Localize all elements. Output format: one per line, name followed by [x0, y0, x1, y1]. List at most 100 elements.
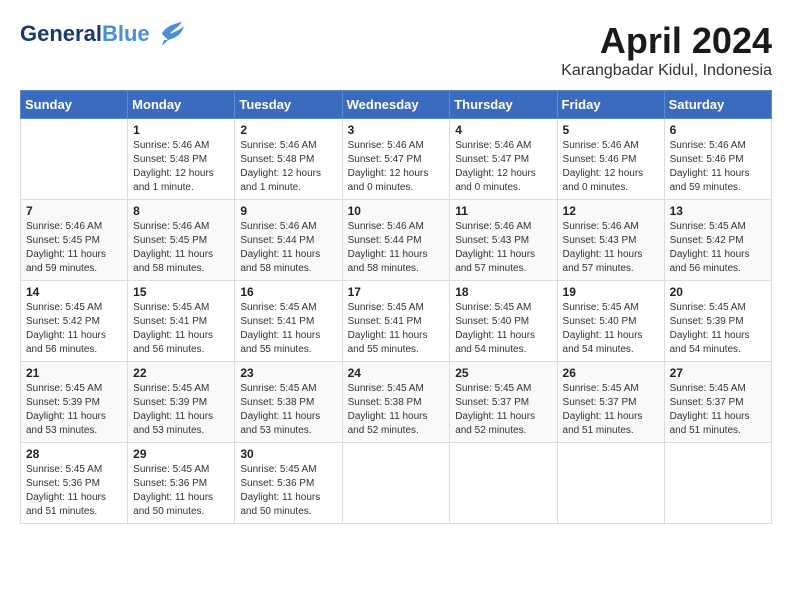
day-number: 10	[348, 204, 445, 218]
day-number: 15	[133, 285, 229, 299]
day-number: 5	[563, 123, 659, 137]
day-info: Sunrise: 5:45 AMSunset: 5:38 PMDaylight:…	[348, 382, 445, 438]
day-info: Sunrise: 5:46 AMSunset: 5:43 PMDaylight:…	[455, 220, 551, 276]
day-number: 1	[133, 123, 229, 137]
day-info: Sunrise: 5:45 AMSunset: 5:42 PMDaylight:…	[26, 301, 122, 357]
calendar-cell: 28Sunrise: 5:45 AMSunset: 5:36 PMDayligh…	[21, 443, 128, 524]
day-number: 21	[26, 366, 122, 380]
calendar-week-row: 21 Sunrise: 5:45 AMSunset: 5:39 PMDayligh…	[21, 362, 772, 443]
day-info: Sunrise: 5:46 AMSunset: 5:45 PMDaylight:…	[133, 220, 229, 276]
day-info: Sunrise: 5:45 AMSunset: 5:39 PMDaylight:…	[133, 382, 229, 438]
calendar-week-row: 14 Sunrise: 5:45 AMSunset: 5:42 PMDayligh…	[21, 281, 772, 362]
day-number: 29	[133, 447, 229, 461]
day-number: 16	[240, 285, 336, 299]
day-number: 19	[563, 285, 659, 299]
day-info: Sunrise: 5:46 AMSunset: 5:47 PMDaylight:…	[348, 139, 445, 195]
calendar-cell: 16Sunrise: 5:45 AMSunset: 5:41 PMDayligh…	[235, 281, 342, 362]
title-block: April 2024 Karangbadar Kidul, Indonesia	[561, 20, 772, 80]
day-number: 13	[670, 204, 766, 218]
weekday-header-sunday: Sunday	[21, 91, 128, 119]
calendar-cell: 15 Sunrise: 5:45 AMSunset: 5:41 PMDayligh…	[128, 281, 235, 362]
calendar-cell: 8 Sunrise: 5:46 AMSunset: 5:45 PMDaylight…	[128, 200, 235, 281]
calendar-cell: 29Sunrise: 5:45 AMSunset: 5:36 PMDayligh…	[128, 443, 235, 524]
calendar-cell	[557, 443, 664, 524]
logo: GeneralBlue	[20, 20, 184, 48]
location: Karangbadar Kidul, Indonesia	[561, 62, 772, 80]
day-info: Sunrise: 5:45 AMSunset: 5:39 PMDaylight:…	[670, 301, 766, 357]
calendar-cell: 14 Sunrise: 5:45 AMSunset: 5:42 PMDayligh…	[21, 281, 128, 362]
calendar-cell: 21Sunrise: 5:45 AMSunset: 5:39 PMDayligh…	[21, 362, 128, 443]
day-number: 25	[455, 366, 551, 380]
calendar-cell: 19 Sunrise: 5:45 AMSunset: 5:40 PMDayligh…	[557, 281, 664, 362]
day-number: 14	[26, 285, 122, 299]
calendar-cell: 12 Sunrise: 5:46 AMSunset: 5:43 PMDayligh…	[557, 200, 664, 281]
day-number: 20	[670, 285, 766, 299]
calendar-table: SundayMondayTuesdayWednesdayThursdayFrid…	[20, 90, 772, 524]
day-info: Sunrise: 5:46 AMSunset: 5:48 PMDaylight:…	[133, 139, 229, 195]
calendar-cell: 17 Sunrise: 5:45 AMSunset: 5:41 PMDayligh…	[342, 281, 450, 362]
day-info: Sunrise: 5:46 AMSunset: 5:46 PMDaylight:…	[563, 139, 659, 195]
calendar-cell: 20 Sunrise: 5:45 AMSunset: 5:39 PMDayligh…	[664, 281, 771, 362]
day-info: Sunrise: 5:45 AMSunset: 5:41 PMDaylight:…	[133, 301, 229, 357]
calendar-cell: 2Sunrise: 5:46 AMSunset: 5:48 PMDaylight…	[235, 119, 342, 200]
calendar-cell: 3 Sunrise: 5:46 AMSunset: 5:47 PMDaylight…	[342, 119, 450, 200]
day-number: 4	[455, 123, 551, 137]
day-info: Sunrise: 5:45 AMSunset: 5:37 PMDaylight:…	[455, 382, 551, 438]
day-info: Sunrise: 5:45 AMSunset: 5:41 PMDaylight:…	[348, 301, 445, 357]
calendar-cell: 18Sunrise: 5:45 AMSunset: 5:40 PMDayligh…	[450, 281, 557, 362]
day-number: 24	[348, 366, 445, 380]
calendar-cell: 5 Sunrise: 5:46 AMSunset: 5:46 PMDaylight…	[557, 119, 664, 200]
calendar-week-row: 7 Sunrise: 5:46 AMSunset: 5:45 PMDaylight…	[21, 200, 772, 281]
calendar-week-row: 1 Sunrise: 5:46 AMSunset: 5:48 PMDaylight…	[21, 119, 772, 200]
day-number: 17	[348, 285, 445, 299]
page-header: GeneralBlue April 2024 Karangbadar Kidul…	[20, 20, 772, 80]
calendar-cell: 24 Sunrise: 5:45 AMSunset: 5:38 PMDayligh…	[342, 362, 450, 443]
day-number: 12	[563, 204, 659, 218]
day-info: Sunrise: 5:45 AMSunset: 5:37 PMDaylight:…	[670, 382, 766, 438]
weekday-header-saturday: Saturday	[664, 91, 771, 119]
day-info: Sunrise: 5:46 AMSunset: 5:43 PMDaylight:…	[563, 220, 659, 276]
day-info: Sunrise: 5:46 AMSunset: 5:47 PMDaylight:…	[455, 139, 551, 195]
day-number: 6	[670, 123, 766, 137]
calendar-cell: 1 Sunrise: 5:46 AMSunset: 5:48 PMDaylight…	[128, 119, 235, 200]
day-info: Sunrise: 5:45 AMSunset: 5:37 PMDaylight:…	[563, 382, 659, 438]
weekday-header-friday: Friday	[557, 91, 664, 119]
calendar-cell: 26 Sunrise: 5:45 AMSunset: 5:37 PMDayligh…	[557, 362, 664, 443]
logo-text: GeneralBlue	[20, 22, 150, 46]
day-number: 7	[26, 204, 122, 218]
day-number: 27	[670, 366, 766, 380]
day-number: 26	[563, 366, 659, 380]
day-number: 22	[133, 366, 229, 380]
day-info: Sunrise: 5:46 AMSunset: 5:45 PMDaylight:…	[26, 220, 122, 276]
calendar-cell	[342, 443, 450, 524]
weekday-header-monday: Monday	[128, 91, 235, 119]
day-info: Sunrise: 5:45 AMSunset: 5:36 PMDaylight:…	[240, 463, 336, 519]
calendar-cell	[664, 443, 771, 524]
calendar-week-row: 28 Sunrise: 5:45 AMSunset: 5:36 PMDayligh…	[21, 443, 772, 524]
calendar-cell: 6 Sunrise: 5:46 AMSunset: 5:46 PMDaylight…	[664, 119, 771, 200]
day-info: Sunrise: 5:46 AMSunset: 5:46 PMDaylight:…	[670, 139, 766, 195]
day-number: 23	[240, 366, 336, 380]
day-number: 18	[455, 285, 551, 299]
day-info: Sunrise: 5:46 AMSunset: 5:44 PMDaylight:…	[240, 220, 336, 276]
day-number: 9	[240, 204, 336, 218]
day-number: 11	[455, 204, 551, 218]
calendar-cell: 22 Sunrise: 5:45 AMSunset: 5:39 PMDayligh…	[128, 362, 235, 443]
day-info: Sunrise: 5:45 AMSunset: 5:40 PMDaylight:…	[563, 301, 659, 357]
calendar-cell: 30 Sunrise: 5:45 AMSunset: 5:36 PMDayligh…	[235, 443, 342, 524]
calendar-cell	[21, 119, 128, 200]
logo-bird-icon	[154, 20, 184, 48]
calendar-cell: 13Sunrise: 5:45 AMSunset: 5:42 PMDayligh…	[664, 200, 771, 281]
day-number: 28	[26, 447, 122, 461]
month-title: April 2024	[561, 20, 772, 62]
day-number: 2	[240, 123, 336, 137]
day-number: 30	[240, 447, 336, 461]
weekday-header-thursday: Thursday	[450, 91, 557, 119]
calendar-cell: 7 Sunrise: 5:46 AMSunset: 5:45 PMDaylight…	[21, 200, 128, 281]
day-number: 3	[348, 123, 445, 137]
calendar-cell: 4 Sunrise: 5:46 AMSunset: 5:47 PMDaylight…	[450, 119, 557, 200]
day-number: 8	[133, 204, 229, 218]
calendar-cell	[450, 443, 557, 524]
day-info: Sunrise: 5:46 AMSunset: 5:44 PMDaylight:…	[348, 220, 445, 276]
weekday-header-tuesday: Tuesday	[235, 91, 342, 119]
